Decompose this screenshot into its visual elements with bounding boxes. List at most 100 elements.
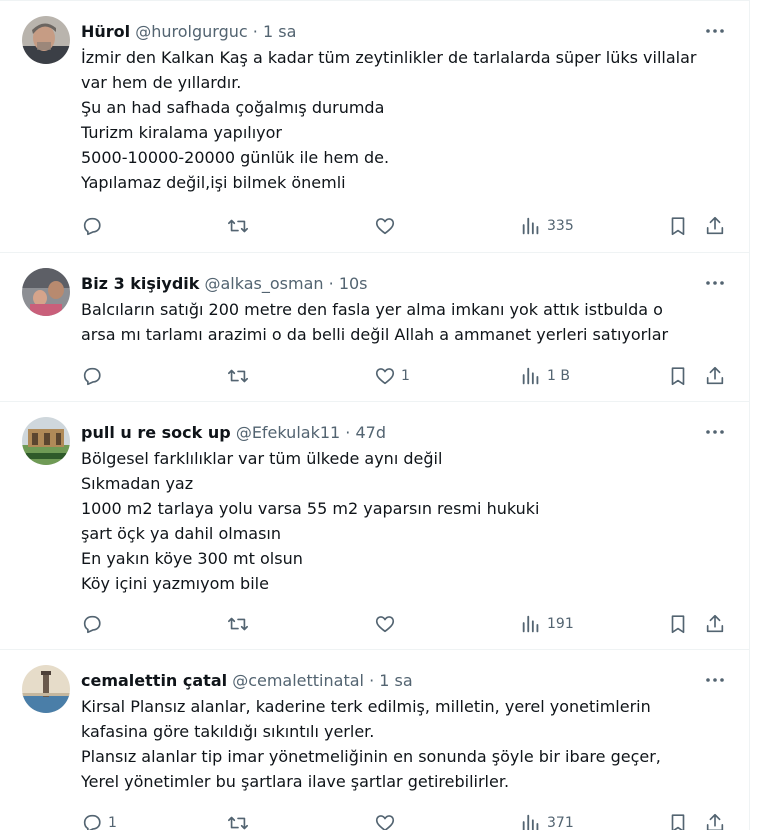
tweet-text: Bölgesel farklılıklar var tüm ülkede ayn… <box>81 446 736 596</box>
tweet-text-line: Şu an had safhada çoğalmış durumda <box>81 98 385 117</box>
retweet-icon <box>228 219 248 233</box>
share-icon <box>706 216 724 235</box>
reply-icon <box>83 367 101 386</box>
bookmark-button[interactable] <box>667 808 689 830</box>
user-handle[interactable]: @Efekulak11 <box>236 423 340 442</box>
tweet-text-line: Yapılamaz değil,işi bilmek önemli <box>81 173 346 192</box>
timestamp[interactable]: 1 sa <box>379 671 412 690</box>
tweet-text-line: İzmir den Kalkan Kaş a kadar tüm zeytinl… <box>81 48 697 67</box>
retweet-icon <box>228 369 248 383</box>
views-button[interactable]: 191 <box>520 609 574 639</box>
tweet-text-line: Balcıların satığı 200 metre den fasla ye… <box>81 300 663 319</box>
tweet-actions: 335 <box>70 211 740 241</box>
tweet-header: cemalettin çatal @cemalettinatal · 1 sa <box>81 669 413 693</box>
more-icon[interactable] <box>703 271 727 295</box>
avatar[interactable] <box>22 16 70 64</box>
avatar[interactable] <box>22 665 70 713</box>
tweet[interactable]: cemalettin çatal @cemalettinatal · 1 sa … <box>0 649 749 830</box>
display-name[interactable]: pull u re sock up <box>81 423 231 442</box>
user-handle[interactable]: @alkas_osman <box>205 274 324 293</box>
tweet[interactable]: Hürol @hurolgurguc · 1 sa İzmir den Kalk… <box>0 0 749 251</box>
views-button[interactable]: 371 <box>520 808 574 830</box>
tweet-text-line: şart öçk ya dahil olmasın <box>81 524 281 543</box>
avatar[interactable] <box>22 417 70 465</box>
avatar-photo <box>22 268 70 316</box>
more-icon[interactable] <box>703 19 727 43</box>
retweet-button[interactable] <box>227 211 254 241</box>
timeline-feed: Hürol @hurolgurguc · 1 sa İzmir den Kalk… <box>0 0 750 830</box>
share-icon <box>706 813 724 830</box>
timestamp[interactable]: 10s <box>339 274 368 293</box>
tweet-text: Balcıların satığı 200 metre den fasla ye… <box>81 297 736 347</box>
separator-dot: · <box>345 423 351 442</box>
tweet[interactable]: Biz 3 kişiydik @alkas_osman · 10s Balcıl… <box>0 252 749 401</box>
more-icon[interactable] <box>703 668 727 692</box>
tweet-text: Kirsal Plansız alanlar, kaderine terk ed… <box>81 694 736 794</box>
reply-button[interactable]: 1 <box>81 808 117 830</box>
tweet-text-line: Sıkmadan yaz <box>81 474 194 493</box>
bookmark-icon <box>671 367 685 386</box>
tweet-actions: 1 1 B <box>70 361 740 391</box>
views-chart-icon <box>522 814 539 830</box>
bookmark-button[interactable] <box>667 211 689 241</box>
timestamp[interactable]: 47d <box>355 423 386 442</box>
display-name[interactable]: cemalettin çatal <box>81 671 227 690</box>
heart-icon <box>375 218 395 235</box>
retweet-button[interactable] <box>227 808 254 830</box>
view-count: 335 <box>547 218 574 234</box>
avatar-photo <box>22 16 70 64</box>
reply-count: 1 <box>108 815 117 830</box>
retweet-button[interactable] <box>227 361 254 391</box>
tweet-header: Biz 3 kişiydik @alkas_osman · 10s <box>81 272 368 296</box>
bookmark-icon <box>671 217 685 236</box>
heart-icon <box>375 815 395 830</box>
user-handle[interactable]: @hurolgurguc <box>135 22 247 41</box>
tweet[interactable]: pull u re sock up @Efekulak11 · 47d Bölg… <box>0 401 749 649</box>
retweet-button[interactable] <box>227 609 254 639</box>
share-icon <box>706 614 724 633</box>
view-count: 1 B <box>547 368 570 384</box>
avatar[interactable] <box>22 268 70 316</box>
like-button[interactable] <box>374 808 401 830</box>
reply-button[interactable] <box>81 211 108 241</box>
tweet-text-line: Kirsal Plansız alanlar, kaderine terk ed… <box>81 697 651 716</box>
share-button[interactable] <box>704 609 726 639</box>
heart-icon <box>375 616 395 633</box>
share-button[interactable] <box>704 808 726 830</box>
views-chart-icon <box>522 217 539 235</box>
reply-icon <box>83 615 101 634</box>
separator-dot: · <box>252 22 258 41</box>
like-count: 1 <box>401 368 410 384</box>
bookmark-button[interactable] <box>667 361 689 391</box>
bookmark-button[interactable] <box>667 609 689 639</box>
display-name[interactable]: Biz 3 kişiydik <box>81 274 199 293</box>
tweet-text-line: Köy içini yazmıyom bile <box>81 574 269 593</box>
like-button[interactable] <box>374 609 401 639</box>
view-count: 371 <box>547 815 574 830</box>
share-button[interactable] <box>704 361 726 391</box>
timestamp[interactable]: 1 sa <box>263 22 296 41</box>
views-chart-icon <box>522 367 539 385</box>
tweet-text-line: Yerel yönetimler bu şartlara ilave şartl… <box>81 772 510 791</box>
more-icon[interactable] <box>703 420 727 444</box>
display-name[interactable]: Hürol <box>81 22 130 41</box>
like-button[interactable] <box>374 211 401 241</box>
share-icon <box>706 366 724 385</box>
reply-button[interactable] <box>81 609 108 639</box>
tweet-text: İzmir den Kalkan Kaş a kadar tüm zeytinl… <box>81 45 736 195</box>
tweet-header: Hürol @hurolgurguc · 1 sa <box>81 20 296 44</box>
views-button[interactable]: 335 <box>520 211 574 241</box>
tweet-text-line: kafasina göre takıldığı sıkıntılı yerler… <box>81 722 375 741</box>
views-button[interactable]: 1 B <box>520 361 570 391</box>
tweet-text-line: var hem de yıllardır. <box>81 73 242 92</box>
avatar-photo <box>22 665 70 713</box>
tweet-actions: 191 <box>70 609 740 639</box>
like-button[interactable]: 1 <box>374 361 410 391</box>
view-count: 191 <box>547 616 574 632</box>
share-button[interactable] <box>704 211 726 241</box>
views-chart-icon <box>522 615 539 633</box>
reply-button[interactable] <box>81 361 108 391</box>
user-handle[interactable]: @cemalettinatal <box>232 671 364 690</box>
avatar-photo <box>22 417 70 465</box>
tweet-text-line: 5000-10000-20000 günlük ile hem de. <box>81 148 390 167</box>
